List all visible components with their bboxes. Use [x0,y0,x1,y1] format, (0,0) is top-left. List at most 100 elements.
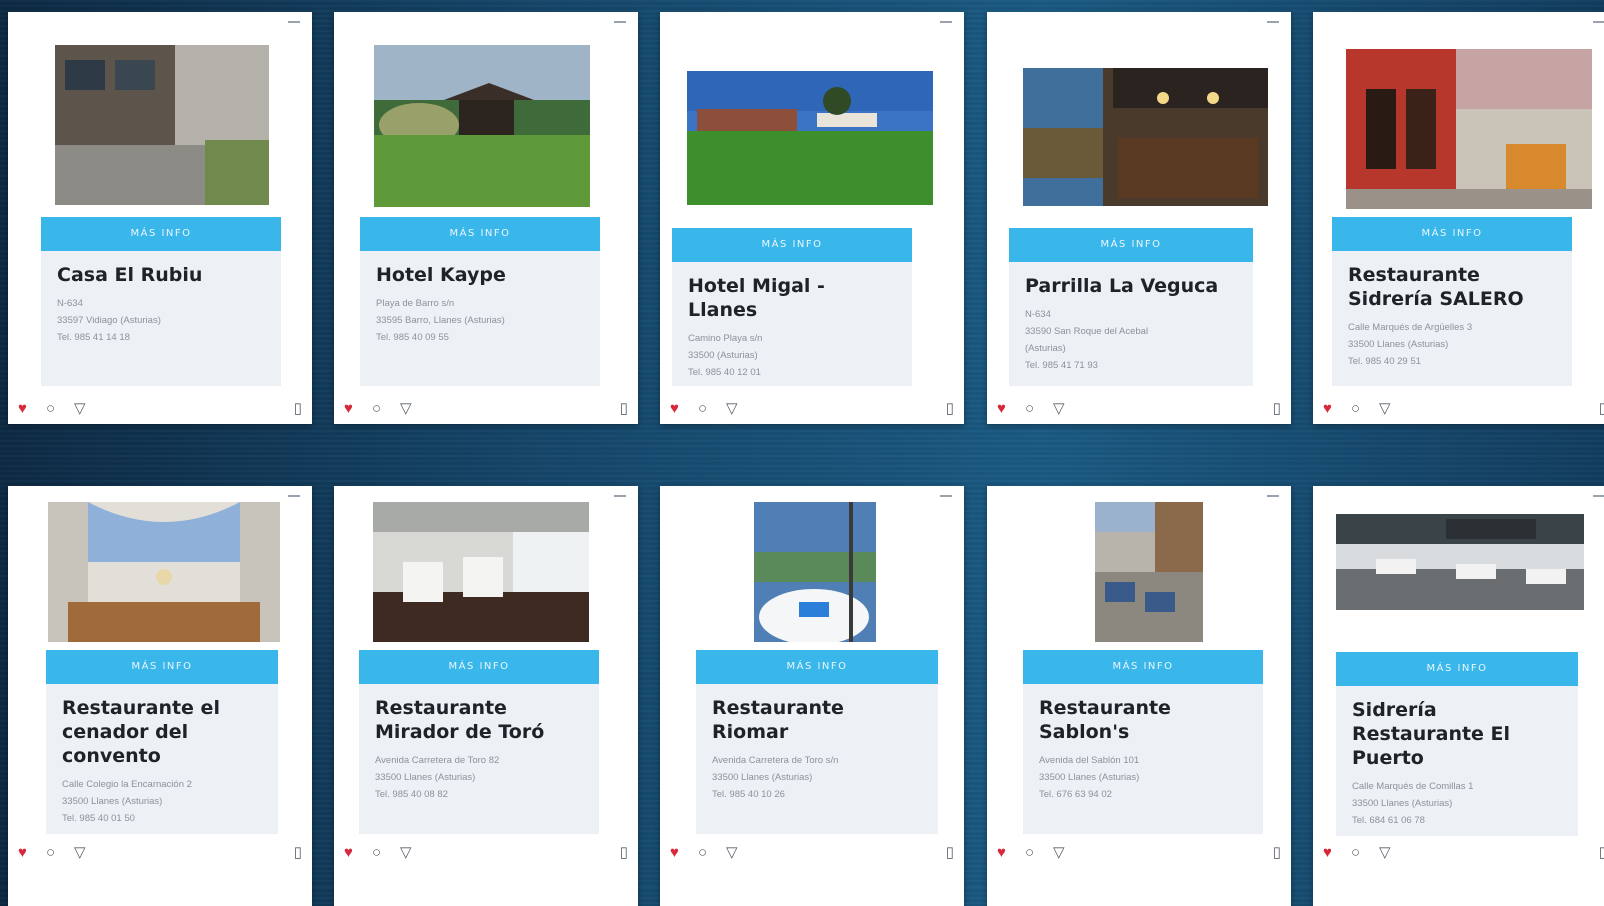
card-menu-icon[interactable] [1593,21,1604,23]
card-menu-icon[interactable] [940,21,952,23]
more-info-button[interactable]: MÁS INFO [1009,228,1253,262]
card-title: Hotel Migal - Llanes [688,275,825,321]
comment-icon[interactable]: ○ [46,844,55,862]
heart-icon[interactable]: ♥ [670,844,679,862]
heart-icon[interactable]: ♥ [18,844,27,862]
comment-icon[interactable]: ○ [698,844,707,862]
share-icon[interactable]: ▽ [726,844,738,862]
bookmark-icon[interactable]: ▯ [1599,400,1604,418]
bookmark-icon[interactable]: ▯ [294,844,302,862]
heart-icon[interactable]: ♥ [18,400,27,418]
share-icon[interactable]: ▽ [1053,844,1065,862]
card-line: 33595 Barro, Llanes (Asturias) [376,315,505,326]
more-info-button[interactable]: MÁS INFO [359,650,599,684]
card-photo[interactable] [55,45,269,205]
more-info-button[interactable]: MÁS INFO [696,650,938,684]
bookmark-icon[interactable]: ▯ [620,400,628,418]
card-photo[interactable] [374,45,590,207]
listing-card: MÁS INFO Restaurante Sablon's Avenida de… [987,486,1291,906]
more-info-button[interactable]: MÁS INFO [1332,217,1572,251]
card-line: 33500 (Asturias) [688,350,758,361]
bookmark-icon[interactable]: ▯ [1599,844,1604,862]
more-info-button[interactable]: MÁS INFO [672,228,912,262]
card-info: Restaurante Sidrería SALERO Calle Marqué… [1332,251,1572,386]
card-photo[interactable] [373,502,589,642]
share-icon[interactable]: ▽ [726,400,738,418]
card-line: N-634 [1025,309,1051,320]
card-actions: ♥ ○ ▽ ▯ [344,400,628,418]
comment-icon[interactable]: ○ [1351,400,1360,418]
listing-card: MÁS INFO Casa El Rubiu N-634 33597 Vidia… [8,12,312,424]
bookmark-icon[interactable]: ▯ [620,844,628,862]
heart-icon[interactable]: ♥ [997,844,1006,862]
comment-icon[interactable]: ○ [1351,844,1360,862]
heart-icon[interactable]: ♥ [1323,844,1332,862]
comment-icon[interactable]: ○ [46,400,55,418]
card-line: Avenida Carretera de Toro 82 [375,755,500,766]
card-line: Playa de Barro s/n [376,298,455,309]
card-title: Restaurante el cenador del convento [62,697,220,767]
card-menu-icon[interactable] [614,21,626,23]
heart-icon[interactable]: ♥ [1323,400,1332,418]
comment-icon[interactable]: ○ [1025,844,1034,862]
card-line: Tel. 985 40 08 82 [375,789,448,800]
share-icon[interactable]: ▽ [1379,400,1391,418]
card-line: Tel. 985 40 10 26 [712,789,785,800]
share-icon[interactable]: ▽ [400,400,412,418]
card-line: 33590 San Roque del Acebal [1025,326,1149,337]
card-menu-icon[interactable] [614,495,626,497]
card-photo[interactable] [687,71,933,205]
card-actions: ♥ ○ ▽ ▯ [997,844,1281,862]
more-info-button[interactable]: MÁS INFO [1336,652,1578,686]
listing-card: MÁS INFO Parrilla La Veguca N-634 33590 … [987,12,1291,424]
share-icon[interactable]: ▽ [400,844,412,862]
card-line: Avenida del Sablón 101 [1039,755,1140,766]
card-photo[interactable] [1023,68,1268,206]
heart-icon[interactable]: ♥ [344,844,353,862]
card-menu-icon[interactable] [940,495,952,497]
card-photo[interactable] [754,502,876,642]
comment-icon[interactable]: ○ [372,844,381,862]
card-photo[interactable] [48,502,280,642]
more-info-button[interactable]: MÁS INFO [1023,650,1263,684]
card-info: Casa El Rubiu N-634 33597 Vidiago (Astur… [41,251,281,386]
heart-icon[interactable]: ♥ [670,400,679,418]
more-info-button[interactable]: MÁS INFO [46,650,278,684]
comment-icon[interactable]: ○ [1025,400,1034,418]
card-menu-icon[interactable] [288,495,300,497]
bookmark-icon[interactable]: ▯ [946,400,954,418]
card-line: Tel. 676 63 94 02 [1039,789,1112,800]
card-line: Camino Playa s/n [688,333,763,344]
more-info-button[interactable]: MÁS INFO [360,217,600,251]
share-icon[interactable]: ▽ [74,400,86,418]
bookmark-icon[interactable]: ▯ [1273,844,1281,862]
card-photo[interactable] [1346,49,1592,209]
card-info: Parrilla La Veguca N-634 33590 San Roque… [1009,262,1253,386]
card-line: 33500 Llanes (Asturias) [62,796,163,807]
share-icon[interactable]: ▽ [74,844,86,862]
card-title: Restaurante Sablon's [1039,697,1171,743]
card-menu-icon[interactable] [1593,495,1604,497]
more-info-button[interactable]: MÁS INFO [41,217,281,251]
comment-icon[interactable]: ○ [698,400,707,418]
card-menu-icon[interactable] [1267,21,1279,23]
comment-icon[interactable]: ○ [372,400,381,418]
bookmark-icon[interactable]: ▯ [294,400,302,418]
listing-card: MÁS INFO Restaurante Sidrería SALERO Cal… [1313,12,1604,424]
heart-icon[interactable]: ♥ [997,400,1006,418]
listing-grid: MÁS INFO Casa El Rubiu N-634 33597 Vidia… [0,0,1604,906]
card-photo[interactable] [1336,514,1584,610]
card-title: Sidrería Restaurante El Puerto [1352,699,1511,769]
card-menu-icon[interactable] [288,21,300,23]
share-icon[interactable]: ▽ [1053,400,1065,418]
card-menu-icon[interactable] [1267,495,1279,497]
share-icon[interactable]: ▽ [1379,844,1391,862]
bookmark-icon[interactable]: ▯ [1273,400,1281,418]
listing-card: MÁS INFO Restaurante el cenador del conv… [8,486,312,906]
card-photo[interactable] [1095,502,1203,642]
bookmark-icon[interactable]: ▯ [946,844,954,862]
card-line: 33500 Llanes (Asturias) [375,772,476,783]
card-actions: ♥ ○ ▽ ▯ [344,844,628,862]
heart-icon[interactable]: ♥ [344,400,353,418]
listing-card: MÁS INFO Restaurante Riomar Avenida Carr… [660,486,964,906]
